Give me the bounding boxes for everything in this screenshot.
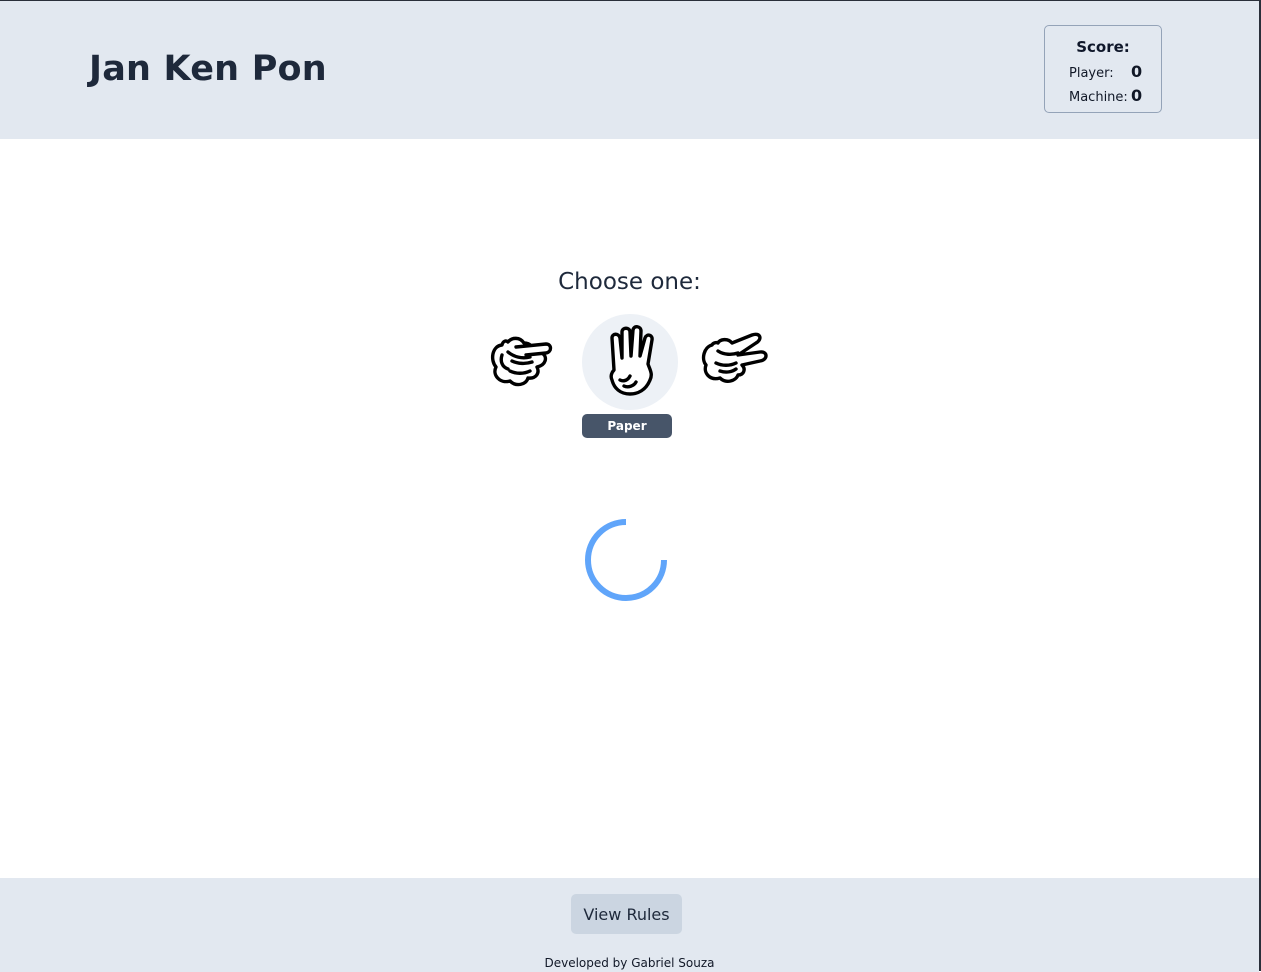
app-title: Jan Ken Pon [89, 49, 327, 89]
player-score-row: Player: 0 [1069, 62, 1142, 81]
developer-credit: Developed by Gabriel Souza [544, 956, 715, 970]
player-score-value: 0 [1131, 62, 1143, 81]
view-rules-button[interactable]: View Rules [571, 894, 682, 934]
score-title: Score: [1076, 38, 1130, 56]
choice-hover-tag: Paper [582, 414, 672, 438]
loading-spinner [585, 519, 667, 601]
scissors-choice-button[interactable] [698, 331, 770, 387]
app-header: Jan Ken Pon Score: Player: 0 Machine: 0 [0, 1, 1259, 139]
paper-hand-icon [609, 325, 654, 396]
scoreboard: Score: Player: 0 Machine: 0 [1044, 25, 1162, 113]
scissors-hand-icon [701, 332, 768, 383]
app-footer: View Rules Developed by Gabriel Souza [0, 878, 1259, 972]
choose-prompt: Choose one: [558, 269, 701, 295]
machine-score-value: 0 [1131, 86, 1143, 105]
machine-score-label: Machine: [1069, 90, 1128, 105]
machine-score-row: Machine: 0 [1069, 86, 1142, 105]
rock-hand-icon [490, 336, 553, 387]
rock-choice-button[interactable] [486, 327, 556, 391]
player-score-label: Player: [1069, 66, 1114, 81]
paper-choice-button[interactable] [582, 314, 678, 410]
